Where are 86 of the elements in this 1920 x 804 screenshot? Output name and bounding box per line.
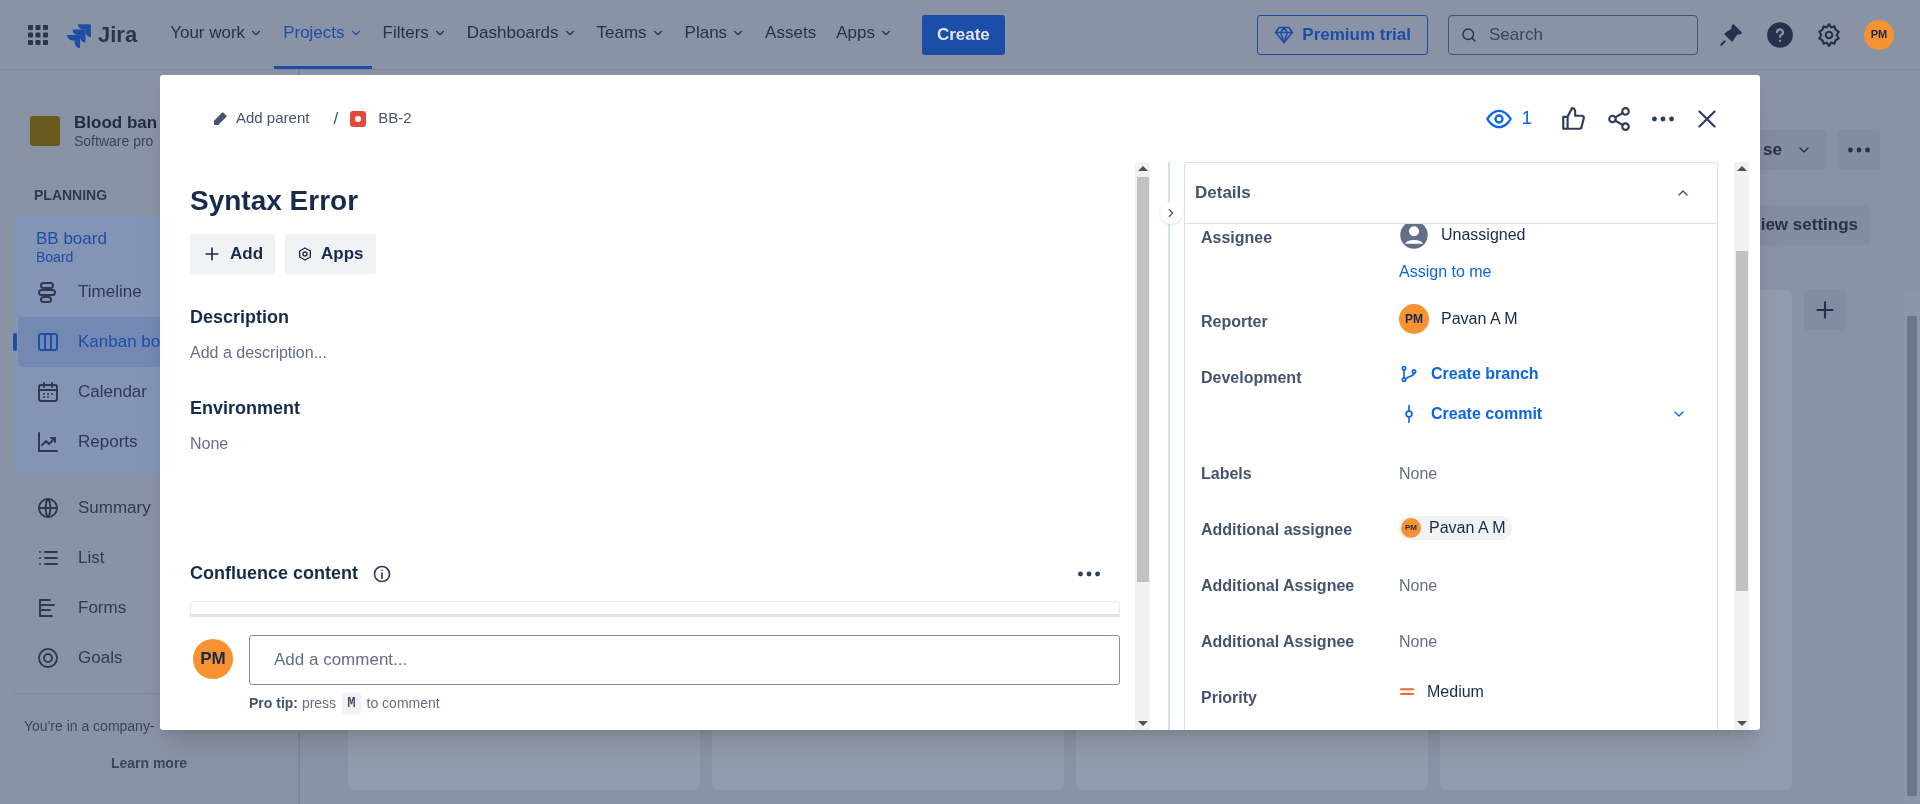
user-avatar: PM: [193, 639, 233, 679]
field-label: Priority: [1201, 688, 1258, 708]
field-label: Additional assignee: [1201, 520, 1354, 540]
user-avatar: PM: [1401, 518, 1421, 538]
nav-menu-item[interactable]: Dashboards: [457, 0, 586, 69]
field-value[interactable]: None: [1399, 624, 1438, 654]
field-label: Reporter: [1201, 312, 1269, 332]
details-header[interactable]: Details: [1185, 163, 1717, 224]
product-name: Jira: [98, 21, 138, 49]
field-value[interactable]: Unassigned: [1441, 224, 1526, 247]
more-icon: [1652, 115, 1674, 122]
more-icon: [1848, 147, 1870, 153]
field-value[interactable]: Pavan A M: [1441, 307, 1518, 331]
create-button[interactable]: Create: [921, 14, 1005, 55]
pencil-icon: [212, 110, 228, 127]
field-label: Additional Assignee: [1201, 576, 1356, 596]
learn-more-link[interactable]: Learn more: [110, 752, 188, 774]
project-type: Software pro: [74, 133, 155, 151]
sidebar-item[interactable]: Summary: [14, 482, 284, 533]
globe-icon: [36, 495, 60, 520]
person-icon: [1399, 224, 1429, 250]
nav-menu-item[interactable]: Apps: [827, 0, 902, 69]
thumbs-up-icon: [1560, 105, 1586, 132]
assign-to-me-link[interactable]: Assign to me: [1399, 260, 1526, 284]
chart-icon: [36, 429, 60, 454]
field-value[interactable]: None: [190, 432, 1120, 456]
selection-marker: [13, 332, 17, 351]
search-icon: [1460, 25, 1478, 44]
field-label: Additional Assignee: [1201, 632, 1356, 652]
user-avatar: PM: [1399, 304, 1429, 334]
bug-icon: [350, 110, 367, 127]
board-name[interactable]: BB board: [36, 227, 107, 249]
user-chip[interactable]: PM Pavan A M: [1399, 516, 1512, 540]
nav-menu-item[interactable]: Teams: [587, 0, 674, 69]
field-label: Labels: [1201, 464, 1253, 484]
help-icon: [1766, 20, 1794, 49]
target-icon: [36, 645, 60, 670]
nav-menu-item[interactable]: Assets: [756, 0, 826, 69]
settings-icon: [1816, 21, 1842, 48]
field-label: Assignee: [1201, 228, 1274, 248]
calendar-icon: [36, 379, 60, 404]
search-field[interactable]: Search: [1448, 14, 1698, 55]
profile-avatar: PM: [1864, 19, 1894, 50]
development-link[interactable]: Create branch: [1399, 362, 1687, 386]
nav-menu-item[interactable]: Projects: [274, 0, 372, 69]
action-button[interactable]: Add: [190, 234, 276, 274]
board-type: Board: [36, 249, 74, 267]
comment-field[interactable]: Add a comment...: [249, 635, 1120, 685]
pro-tip-text: Pro tip: press: [249, 694, 337, 713]
issue-title[interactable]: Syntax Error: [190, 180, 1120, 222]
section-heading: Environment: [190, 397, 301, 420]
scrollbar[interactable]: [1734, 162, 1749, 730]
section-heading: PLANNING: [34, 185, 108, 205]
diamond-icon: [1274, 24, 1295, 45]
premium-trial-button[interactable]: Premium trial: [1257, 14, 1428, 55]
field-value[interactable]: None: [1399, 456, 1438, 486]
section-heading: Confluence content: [190, 562, 358, 585]
add-parent-button[interactable]: Add parent: [212, 107, 310, 130]
nav-menu-item[interactable]: Plans: [675, 0, 755, 69]
branch-icon: [1399, 364, 1419, 384]
issue-key-link[interactable]: BB-2: [350, 107, 412, 130]
action-button[interactable]: Apps: [285, 234, 376, 274]
more-button[interactable]: [1838, 130, 1880, 170]
scrollbar[interactable]: [1135, 162, 1150, 730]
development-link[interactable]: Create commit: [1399, 402, 1543, 426]
project-avatar: [30, 116, 60, 147]
add-column-button[interactable]: [1804, 290, 1846, 330]
share-icon: [1606, 105, 1632, 132]
project-name: Blood ban: [74, 112, 158, 134]
hexagon-icon: [297, 246, 314, 262]
field-value[interactable]: Medium: [1427, 680, 1484, 704]
jira-logo-icon: [66, 21, 92, 48]
field-value[interactable]: None: [1399, 568, 1438, 598]
app-grid-icon: [26, 22, 50, 47]
breadcrumb-separator: /: [333, 107, 339, 130]
keyboard-key: M: [342, 693, 361, 714]
sidebar-item[interactable]: Forms: [14, 582, 284, 633]
pro-tip-text: to comment: [366, 694, 440, 713]
more-icon: [1078, 570, 1100, 577]
expand-button[interactable]: [1160, 202, 1182, 224]
nav-menu-item[interactable]: Filters: [373, 0, 456, 69]
info-icon: [372, 563, 392, 584]
watch-button[interactable]: 1: [1485, 104, 1532, 133]
notice-text: You're in a company-: [23, 716, 156, 736]
field-label: Development: [1201, 368, 1303, 388]
nav-menu-item[interactable]: Your work: [161, 0, 273, 69]
